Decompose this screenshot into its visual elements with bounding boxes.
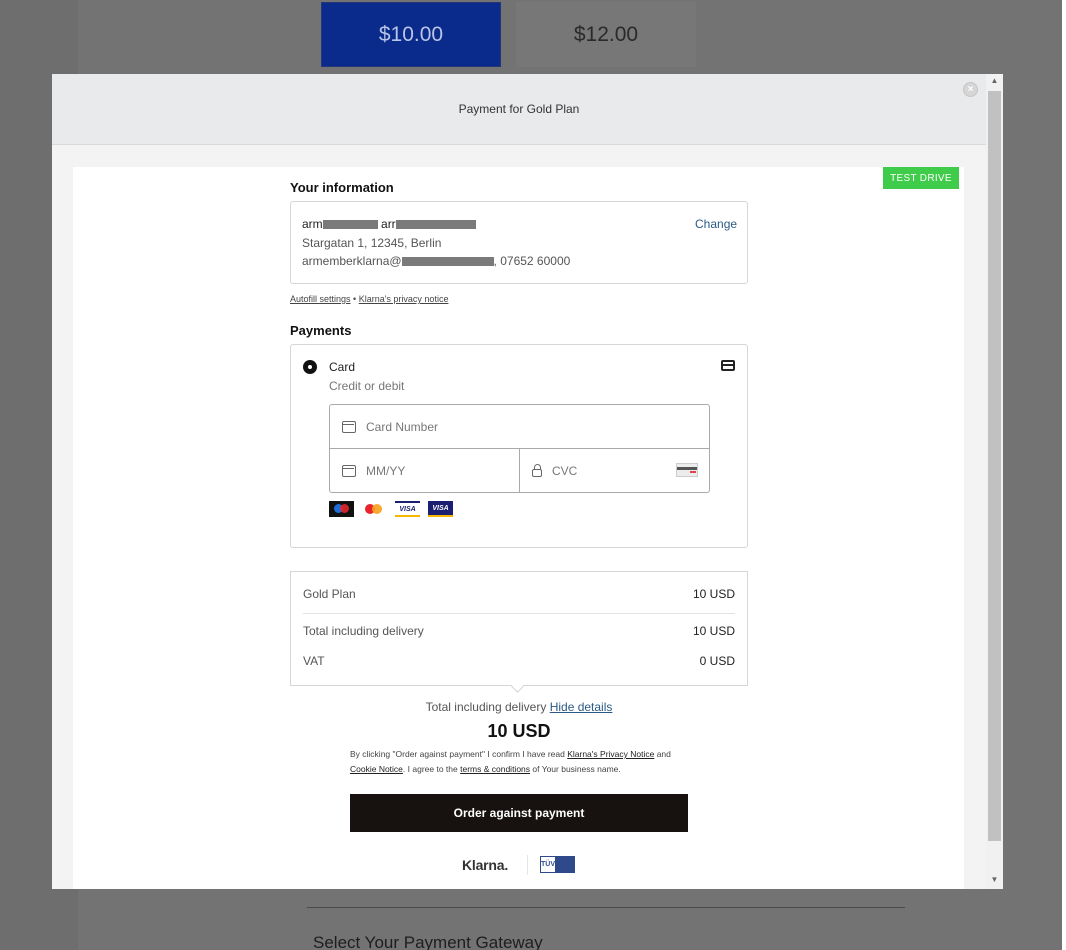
- cvc-card-back-icon: [676, 463, 698, 477]
- summary-caret-icon: [511, 680, 524, 693]
- summary-value: 0 USD: [699, 654, 735, 668]
- your-information-heading: Your information: [290, 180, 394, 195]
- payments-heading: Payments: [290, 323, 352, 338]
- klarna-privacy-notice-link[interactable]: Klarna's Privacy Notice: [567, 749, 654, 759]
- payment-method-card: Card Credit or debit Card Number MM/YY C…: [290, 344, 748, 548]
- order-summary: Gold Plan 10 USD Total including deliver…: [290, 571, 748, 693]
- legal-text-part: and: [654, 749, 671, 759]
- tuv-badge-icon: TÜV: [540, 856, 575, 873]
- legal-text-part: . I agree to the: [402, 764, 461, 774]
- summary-row: Gold Plan 10 USD: [303, 587, 735, 601]
- modal-title: Payment for Gold Plan: [458, 102, 580, 116]
- mastercard-logo-icon: [362, 501, 387, 517]
- modal-scrollbar[interactable]: ▲ ▼: [986, 74, 1003, 889]
- summary-value: 10 USD: [692, 587, 735, 601]
- customer-phone: , 07652 60000: [493, 254, 571, 268]
- legal-text: By clicking "Order against payment" I co…: [350, 747, 695, 777]
- visa-electron-logo-icon: VISA: [428, 501, 453, 517]
- card-radio-button[interactable]: [303, 360, 317, 374]
- total-amount: 10 USD: [487, 721, 551, 741]
- hide-details-link[interactable]: Hide details: [550, 700, 613, 714]
- amount-option-10[interactable]: $10.00: [321, 2, 501, 67]
- customer-address: Stargatan 1, 12345, Berlin: [302, 236, 442, 250]
- lock-icon: [532, 463, 542, 477]
- summary-row: Total including delivery 10 USD: [303, 624, 735, 638]
- cvc-placeholder: CVC: [552, 463, 578, 478]
- info-footer-links: Autofill settings • Klarna's privacy not…: [290, 294, 448, 304]
- cvc-field[interactable]: CVC: [520, 449, 709, 492]
- close-icon[interactable]: ×: [963, 82, 978, 97]
- link-separator: •: [350, 294, 359, 304]
- payment-method-subtitle: Credit or debit: [329, 379, 405, 393]
- tuv-label: TÜV: [541, 857, 555, 872]
- expiry-placeholder: MM/YY: [366, 463, 406, 478]
- tuv-badge-panel: [555, 857, 574, 872]
- maestro-logo-icon: [329, 501, 354, 517]
- legal-text-part: of Your business name.: [530, 764, 621, 774]
- card-icon: [342, 420, 356, 433]
- customer-info-card: arm arr Stargatan 1, 12345, Berlin armem…: [290, 201, 748, 284]
- summary-value: 10 USD: [692, 624, 735, 638]
- redacted-block: [322, 220, 378, 230]
- test-drive-badge: TEST DRIVE: [883, 167, 959, 189]
- klarna-logo: Klarna.: [462, 857, 509, 873]
- summary-label: VAT: [303, 654, 325, 668]
- card-number-placeholder: Card Number: [366, 419, 439, 434]
- card-fields-group: Card Number MM/YY CVC: [329, 404, 710, 493]
- background-divider: [307, 907, 905, 908]
- customer-name: arm arr: [302, 217, 476, 231]
- redacted-block: [395, 220, 476, 230]
- redacted-block: [401, 257, 494, 267]
- footer-separator: [527, 855, 528, 875]
- total-line: Total including delivery Hide details: [290, 700, 748, 714]
- payment-gateway-heading: Select Your Payment Gateway: [313, 933, 543, 950]
- scroll-down-arrow-icon[interactable]: ▼: [986, 875, 1003, 887]
- terms-link[interactable]: terms & conditions: [460, 764, 530, 774]
- customer-first-name: arm: [302, 217, 323, 231]
- checkout-content: TEST DRIVE Your information arm arr Star…: [73, 167, 964, 889]
- scroll-thumb[interactable]: [988, 91, 1001, 841]
- summary-label: Gold Plan: [303, 587, 356, 601]
- total-label: Total including delivery: [425, 700, 547, 714]
- klarna-privacy-link[interactable]: Klarna's privacy notice: [359, 294, 449, 304]
- visa-logo-icon: VISA: [395, 501, 420, 517]
- legal-text-part: By clicking "Order against payment" I co…: [350, 749, 568, 759]
- summary-row: VAT 0 USD: [303, 654, 735, 668]
- card-brand-logos: VISA VISA: [329, 501, 453, 517]
- payment-method-title[interactable]: Card: [329, 360, 355, 374]
- change-info-link[interactable]: Change: [695, 217, 737, 231]
- expiry-field[interactable]: MM/YY: [330, 449, 520, 492]
- credit-card-icon: [721, 360, 735, 371]
- amount-option-12[interactable]: $12.00: [516, 2, 696, 67]
- customer-last-name: arr: [381, 217, 396, 231]
- autofill-settings-link[interactable]: Autofill settings: [290, 294, 351, 304]
- customer-contact: armemberklarna@ , 07652 60000: [302, 254, 570, 268]
- customer-email: armemberklarna@: [302, 254, 402, 268]
- modal-header: Payment for Gold Plan: [52, 74, 986, 145]
- payment-modal: Payment for Gold Plan × ▲ ▼ TEST DRIVE Y…: [52, 74, 1003, 889]
- summary-divider: [303, 613, 735, 614]
- card-number-field[interactable]: Card Number: [330, 405, 709, 449]
- summary-label: Total including delivery: [303, 624, 424, 638]
- order-against-payment-button[interactable]: Order against payment: [350, 794, 688, 832]
- background-edge: [1062, 0, 1066, 950]
- scroll-up-arrow-icon[interactable]: ▲: [986, 76, 1003, 88]
- cookie-notice-link[interactable]: Cookie Notice: [350, 764, 403, 774]
- calendar-icon: [342, 464, 356, 477]
